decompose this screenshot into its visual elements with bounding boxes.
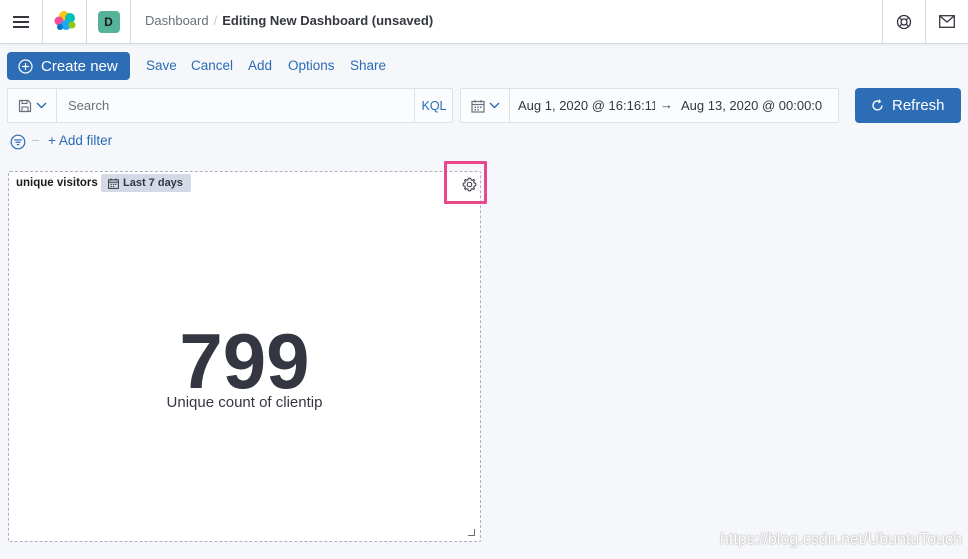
refresh-label: Refresh	[892, 97, 945, 114]
quick-date-menu-button[interactable]	[461, 89, 510, 122]
filter-icon[interactable]	[10, 134, 26, 150]
cancel-button[interactable]: Cancel	[191, 58, 233, 73]
resize-handle[interactable]	[468, 529, 475, 536]
space-selector[interactable]: D	[87, 0, 131, 43]
newsfeed-button[interactable]	[925, 0, 968, 43]
chevron-down-icon	[489, 102, 499, 109]
arrow-right-icon: →	[660, 97, 673, 112]
highlight-annotation	[444, 161, 487, 204]
end-date[interactable]: Aug 13, 2020 @ 00:00:0	[681, 98, 829, 113]
start-date[interactable]: Aug 1, 2020 @ 16:16:11.	[518, 98, 655, 113]
top-header: D Dashboard / Editing New Dashboard (unsav…	[0, 0, 968, 44]
mail-icon	[939, 15, 955, 28]
plus-circle-icon	[18, 58, 33, 74]
chevron-down-icon	[36, 102, 46, 109]
save-button[interactable]: Save	[146, 58, 177, 73]
saved-query-button[interactable]	[8, 89, 57, 122]
hamburger-menu-icon	[13, 15, 29, 28]
add-filter-button[interactable]: + Add filter	[48, 133, 112, 148]
elastic-logo[interactable]	[43, 0, 87, 43]
breadcrumb-dashboard-link[interactable]: Dashboard	[145, 13, 209, 28]
search-input[interactable]	[57, 89, 414, 122]
create-new-label: Create new	[41, 57, 118, 75]
filter-divider	[32, 140, 39, 141]
saved-query-icon	[18, 99, 31, 112]
date-picker: Aug 1, 2020 @ 16:16:11. → Aug 13, 2020 @…	[460, 88, 839, 123]
watermark: https://blog.csdn.net/UbuntuTouch	[720, 531, 962, 548]
hamburger-menu-button[interactable]	[0, 0, 43, 43]
metric-value: 799	[179, 317, 310, 405]
help-button[interactable]	[882, 0, 925, 43]
calendar-icon	[108, 178, 119, 189]
breadcrumb-current: Editing New Dashboard (unsaved)	[222, 13, 434, 28]
help-icon	[896, 14, 912, 29]
breadcrumb: Dashboard / Editing New Dashboard (unsaved…	[145, 13, 433, 28]
create-new-button[interactable]: Create new	[7, 52, 130, 80]
metric-label: Unique count of clientip	[166, 394, 323, 411]
share-button[interactable]: Share	[350, 58, 386, 73]
visualization-panel[interactable]: unique visitors Last 7 days 799 Unique c…	[8, 171, 481, 542]
refresh-icon	[872, 99, 883, 111]
time-range-badge: Last 7 days	[101, 174, 191, 192]
panel-title: unique visitors	[16, 177, 98, 189]
time-range-label: Last 7 days	[123, 177, 183, 189]
calendar-icon	[470, 99, 485, 113]
query-language-toggle[interactable]: KQL	[414, 89, 453, 122]
add-button[interactable]: Add	[248, 58, 272, 73]
space-avatar: D	[97, 10, 120, 33]
query-bar: KQL	[7, 88, 453, 123]
options-button[interactable]: Options	[288, 58, 335, 73]
breadcrumb-separator: /	[213, 13, 218, 28]
elastic-logo-icon	[54, 11, 76, 30]
refresh-button[interactable]: Refresh	[855, 88, 961, 123]
